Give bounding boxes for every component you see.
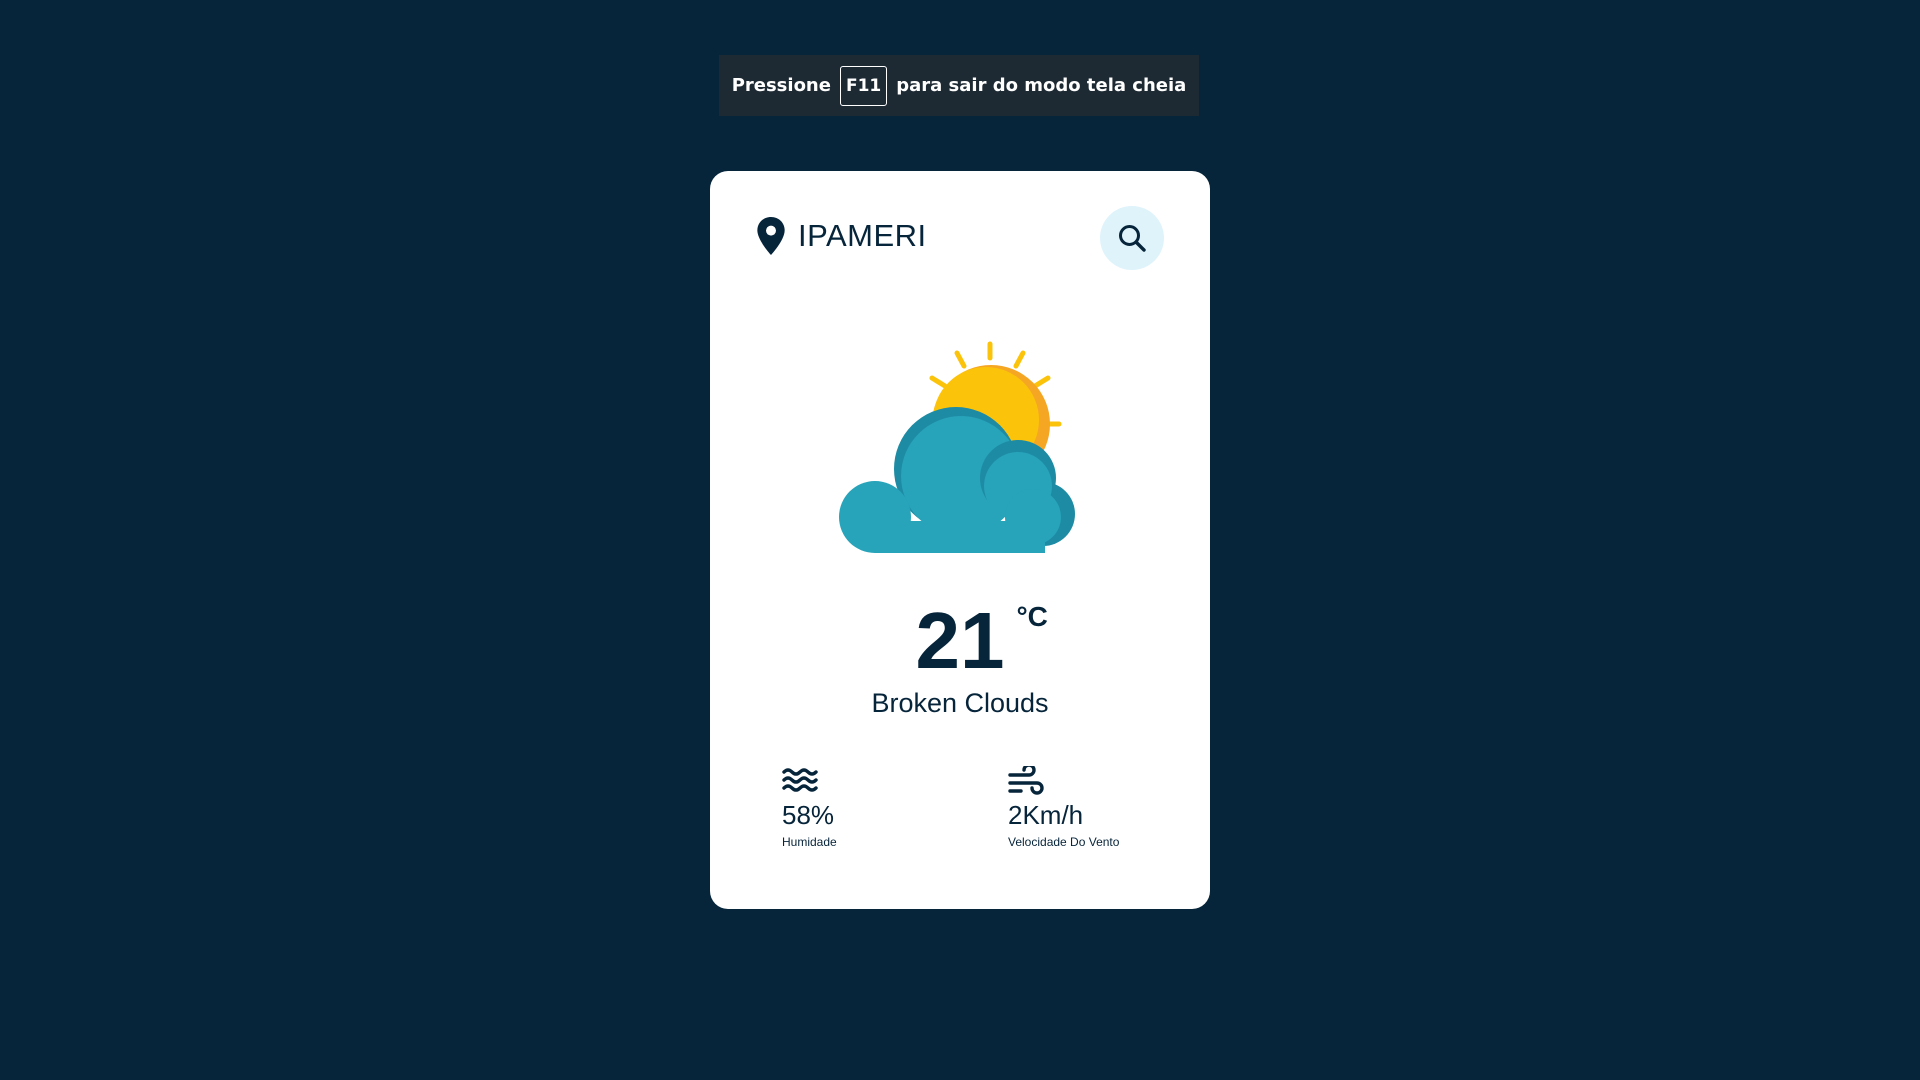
search-button[interactable] — [1100, 206, 1164, 270]
wind-stat: 2Km/h Velocidade Do Vento — [1008, 766, 1119, 849]
location: IPAMERI — [756, 217, 927, 255]
temperature-value: 21 — [915, 596, 1005, 685]
temperature-unit: °C — [1016, 601, 1048, 632]
weather-card: IPAMERI 21 °C Broken Clouds 58% Humidade… — [710, 171, 1210, 909]
humidity-stat: 58% Humidade — [782, 766, 837, 849]
banner-prefix: Pressione — [731, 75, 831, 96]
city-name: IPAMERI — [798, 218, 927, 253]
water-waves-icon — [782, 768, 818, 792]
location-pin-icon — [757, 217, 785, 255]
sun-behind-cloud-icon — [839, 341, 1075, 553]
f11-key: F11 — [839, 65, 888, 106]
banner-suffix: para sair do modo tela cheia — [896, 75, 1187, 96]
wind-speed-label: Velocidade Do Vento — [1008, 835, 1120, 849]
fullscreen-exit-banner: Pressione F11 para sair do modo tela che… — [719, 55, 1199, 116]
weather-description: Broken Clouds — [871, 688, 1049, 718]
wind-icon — [1008, 766, 1044, 795]
temperature-display: 21 °C — [710, 601, 1210, 681]
humidity-value: 58% — [782, 800, 835, 830]
humidity-label: Humidade — [782, 835, 837, 849]
search-icon — [1119, 225, 1146, 252]
wind-speed-value: 2Km/h — [1008, 800, 1084, 830]
